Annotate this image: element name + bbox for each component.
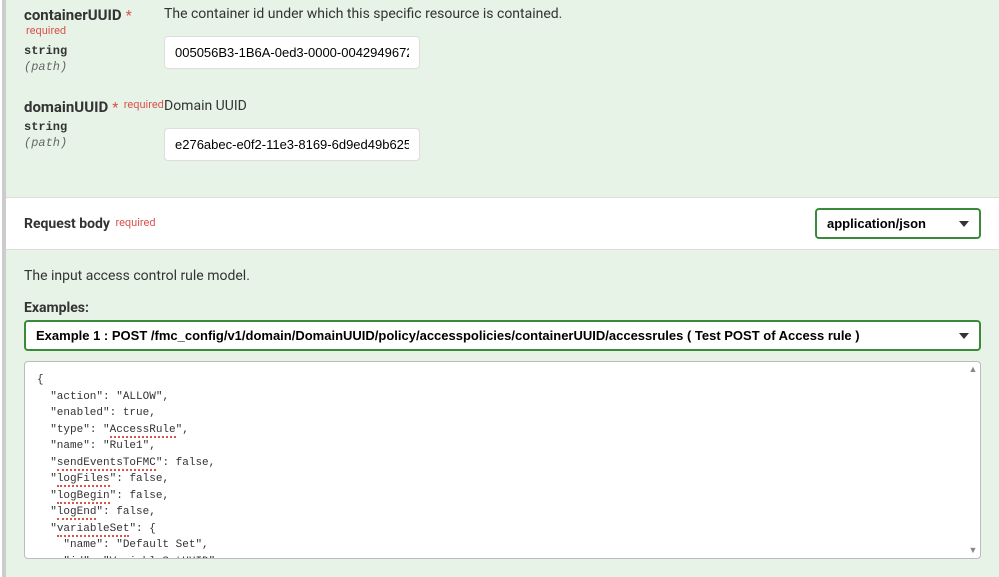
param-type: string [24,44,164,58]
scroll-down-icon: ▼ [969,545,978,556]
content-type-select[interactable]: application/json [815,208,981,239]
request-body-textarea[interactable]: { "action": "ALLOW", "enabled": true, "t… [25,362,980,558]
param-description: Domain UUID [164,98,981,114]
param-name: containerUUID [24,6,122,24]
required-label: required [115,216,155,229]
param-container-uuid: containerUUID* required string (path) Th… [24,0,981,74]
param-in: (path) [24,136,164,150]
request-body-title: Request body [24,216,110,232]
example-select[interactable]: Example 1 : POST /fmc_config/v1/domain/D… [24,320,981,351]
body-description: The input access control rule model. [24,268,981,284]
required-star: * [126,8,132,24]
param-in: (path) [24,60,164,74]
scrollbar[interactable]: ▲ ▼ [968,364,978,556]
container-uuid-input[interactable] [164,36,420,69]
param-name: domainUUID [24,98,108,116]
param-description: The container id under which this specif… [164,6,981,22]
domain-uuid-input[interactable] [164,128,420,161]
request-body-header: Request body required application/json [6,197,999,250]
scroll-up-icon: ▲ [969,364,978,375]
param-type: string [24,120,164,134]
param-domain-uuid: domainUUID* required string (path) Domai… [24,92,981,161]
required-star: * [112,100,118,116]
required-label: required [124,98,164,111]
required-label: required [26,24,66,37]
examples-label: Examples: [24,300,981,316]
